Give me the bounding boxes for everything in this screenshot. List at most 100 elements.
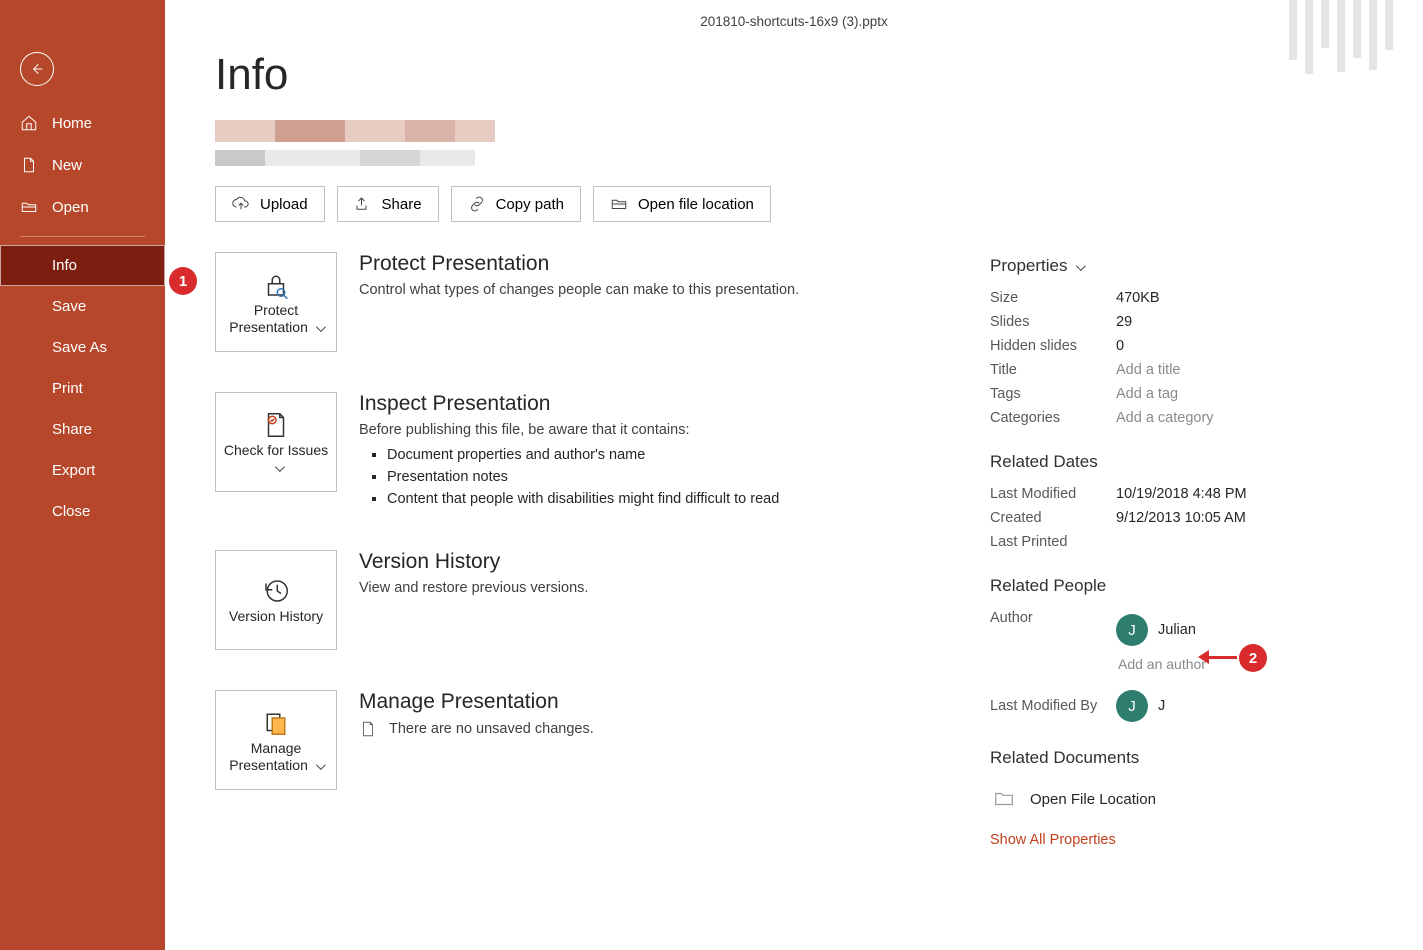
- manage-status: There are no unsaved changes.: [359, 720, 594, 738]
- file-icon: [20, 156, 38, 174]
- inspect-list: Document properties and author's name Pr…: [359, 444, 779, 510]
- prop-key: Size: [990, 290, 1116, 306]
- author-label: Author: [990, 610, 1116, 626]
- nav-share[interactable]: Share: [0, 409, 165, 450]
- open-file-location-link[interactable]: Open File Location: [990, 778, 1350, 810]
- prop-placeholder: Add a category: [1116, 410, 1214, 426]
- prop-placeholder: Add a tag: [1116, 386, 1178, 402]
- manage-presentation-card[interactable]: Manage Presentation: [215, 690, 337, 790]
- upload-button[interactable]: Upload: [215, 186, 325, 222]
- block-heading: Version History: [359, 550, 588, 574]
- prop-categories[interactable]: Categories Add a category: [990, 406, 1350, 430]
- date-last-modified: Last Modified 10/19/2018 4:48 PM: [990, 482, 1350, 506]
- nav-label: Export: [52, 462, 95, 479]
- last-modified-by-row: Last Modified By J J: [990, 686, 1350, 726]
- history-icon: [261, 574, 291, 608]
- prop-value: 29: [1116, 314, 1132, 330]
- document-check-icon: [261, 408, 291, 442]
- prop-value: 10/19/2018 4:48 PM: [1116, 486, 1247, 502]
- inspect-item: Document properties and author's name: [387, 444, 779, 466]
- backstage-sidebar: Home New Open Info Save Save As Print Sh…: [0, 0, 165, 950]
- document-icon: [359, 720, 377, 738]
- copy-path-button[interactable]: Copy path: [451, 186, 581, 222]
- related-people-heading: Related People: [990, 576, 1350, 596]
- back-button[interactable]: [20, 52, 54, 86]
- upload-cloud-icon: [232, 195, 250, 213]
- version-history-block: Version History Version History View and…: [215, 550, 940, 650]
- block-heading: Protect Presentation: [359, 252, 799, 276]
- button-label: Upload: [260, 196, 308, 213]
- card-label: Manage Presentation: [220, 740, 332, 775]
- block-desc: View and restore previous versions.: [359, 580, 588, 596]
- callout-badge-1: 1: [169, 267, 197, 295]
- prop-value: 470KB: [1116, 290, 1160, 306]
- prop-key: Slides: [990, 314, 1116, 330]
- lastmodby-label: Last Modified By: [990, 698, 1116, 714]
- nav-save[interactable]: Save: [0, 286, 165, 327]
- nav-print[interactable]: Print: [0, 368, 165, 409]
- info-actions-row: Upload Share Copy path Open file locatio…: [215, 186, 1373, 222]
- prop-key: Created: [990, 510, 1116, 526]
- button-label: Share: [382, 196, 422, 213]
- check-for-issues-card[interactable]: Check for Issues: [215, 392, 337, 492]
- folder-open-icon: [20, 198, 38, 216]
- share-button[interactable]: Share: [337, 186, 439, 222]
- prop-key: Title: [990, 362, 1116, 378]
- lastmodby-person[interactable]: J J: [1116, 690, 1165, 722]
- callout-badge-2: 2: [1239, 644, 1267, 672]
- block-heading: Manage Presentation: [359, 690, 594, 714]
- nav-label: New: [52, 157, 82, 174]
- author-row: Author J Julian Add an author: [990, 606, 1350, 686]
- manage-block: Manage Presentation Manage Presentation …: [215, 690, 940, 790]
- version-history-card[interactable]: Version History: [215, 550, 337, 650]
- nav-export[interactable]: Export: [0, 450, 165, 491]
- lock-icon: [261, 268, 291, 302]
- block-desc: Before publishing this file, be aware th…: [359, 422, 779, 438]
- redacted-path: [215, 120, 495, 168]
- nav-new[interactable]: New: [0, 144, 165, 186]
- date-created: Created 9/12/2013 10:05 AM: [990, 506, 1350, 530]
- prop-key: Categories: [990, 410, 1116, 426]
- properties-panel: Properties Size 470KB Slides 29 Hidden s…: [990, 252, 1350, 848]
- nav-open[interactable]: Open: [0, 186, 165, 228]
- prop-slides: Slides 29: [990, 310, 1350, 334]
- nav-label: Print: [52, 380, 83, 397]
- prop-title[interactable]: Title Add a title: [990, 358, 1350, 382]
- avatar: J: [1116, 614, 1148, 646]
- document-pair-icon: [261, 706, 291, 740]
- protect-block: Protect Presentation Protect Presentatio…: [215, 252, 940, 352]
- nav-info[interactable]: Info: [0, 245, 165, 286]
- prop-key: Tags: [990, 386, 1116, 402]
- button-label: Open file location: [638, 196, 754, 213]
- main-content: Info Upload Share Copy path Open file lo…: [165, 0, 1423, 888]
- nav-save-as[interactable]: Save As: [0, 327, 165, 368]
- corner-watermark: [1289, 0, 1393, 74]
- properties-heading[interactable]: Properties: [990, 256, 1350, 276]
- block-desc: Control what types of changes people can…: [359, 282, 799, 298]
- button-label: Copy path: [496, 196, 564, 213]
- open-file-location-button[interactable]: Open file location: [593, 186, 771, 222]
- open-file-location-label: Open File Location: [1030, 791, 1156, 808]
- nav-label: Info: [52, 257, 77, 274]
- prop-key: Last Printed: [990, 534, 1116, 550]
- page-title: Info: [215, 50, 1373, 100]
- card-label: Version History: [229, 608, 323, 626]
- card-label: Protect Presentation: [220, 302, 332, 337]
- inspect-item: Presentation notes: [387, 466, 779, 488]
- avatar: J: [1116, 690, 1148, 722]
- prop-size: Size 470KB: [990, 286, 1350, 310]
- prop-tags[interactable]: Tags Add a tag: [990, 382, 1350, 406]
- prop-placeholder: Add a title: [1116, 362, 1181, 378]
- nav-close[interactable]: Close: [0, 491, 165, 532]
- protect-presentation-card[interactable]: Protect Presentation: [215, 252, 337, 352]
- nav-label: Share: [52, 421, 92, 438]
- share-icon: [354, 195, 372, 213]
- lastmodby-name: J: [1158, 698, 1165, 714]
- nav-home[interactable]: Home: [0, 102, 165, 144]
- show-all-properties-link[interactable]: Show All Properties: [990, 832, 1116, 848]
- block-heading: Inspect Presentation: [359, 392, 779, 416]
- folder-icon: [990, 788, 1018, 810]
- prop-key: Last Modified: [990, 486, 1116, 502]
- link-icon: [468, 195, 486, 213]
- nav-label: Close: [52, 503, 90, 520]
